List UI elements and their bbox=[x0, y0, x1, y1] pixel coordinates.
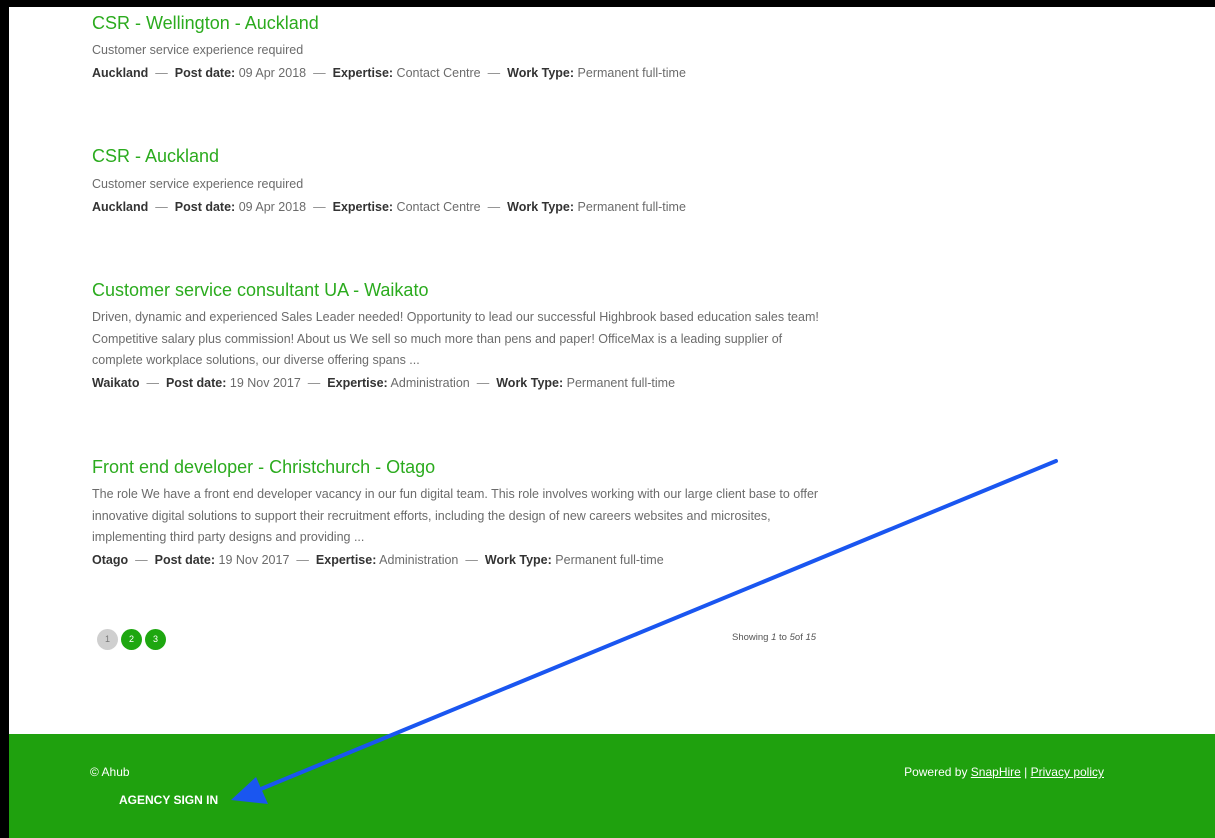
separator-dash: — bbox=[146, 375, 159, 390]
separator-dash: — bbox=[476, 375, 490, 390]
work-type-value: Permanent full-time bbox=[577, 65, 686, 80]
job-title-link[interactable]: CSR - Wellington - Auckland bbox=[92, 12, 832, 34]
work-type-label: Work Type: bbox=[496, 375, 564, 390]
expertise-value: Administration bbox=[379, 552, 459, 567]
privacy-policy-link[interactable]: Privacy policy bbox=[1031, 765, 1104, 779]
job-location: Auckland bbox=[92, 199, 149, 214]
copyright-text: © Ahub bbox=[90, 765, 130, 779]
separator-dash: — bbox=[155, 65, 168, 80]
job-listing: Front end developer - Christchurch - Ota… bbox=[92, 456, 832, 569]
expertise-value: Contact Centre bbox=[396, 65, 481, 80]
footer-separator: | bbox=[1024, 765, 1028, 779]
showing-of-label: of bbox=[794, 632, 803, 643]
separator-dash: — bbox=[487, 199, 501, 214]
pagination: 1 2 3 bbox=[97, 629, 166, 650]
job-meta: Auckland — Post date: 09 Apr 2018 — Expertis… bbox=[92, 64, 832, 82]
expertise-label: Expertise: bbox=[315, 552, 377, 567]
job-title-link[interactable]: CSR - Auckland bbox=[92, 145, 832, 167]
post-date-label: Post date: bbox=[165, 375, 227, 390]
job-listing: Customer service consultant UA - Waikato… bbox=[92, 279, 832, 392]
expertise-value: Contact Centre bbox=[396, 199, 481, 214]
separator-dash: — bbox=[465, 552, 478, 567]
job-listing: CSR - Auckland Customer service experien… bbox=[92, 145, 832, 216]
post-date-value: 09 Apr 2018 bbox=[238, 65, 307, 80]
showing-prefix: Showing bbox=[732, 632, 769, 643]
separator-dash: — bbox=[487, 65, 501, 80]
post-date-value: 19 Nov 2017 bbox=[229, 375, 301, 390]
work-type-value: Permanent full-time bbox=[577, 199, 686, 214]
footer-links: Powered by SnapHire | Privacy policy bbox=[904, 765, 1104, 779]
job-meta: Waikato — Post date: 19 Nov 2017 — Expertise… bbox=[92, 374, 832, 392]
separator-dash: — bbox=[155, 199, 168, 214]
agency-sign-in-link[interactable]: AGENCY SIGN IN bbox=[119, 793, 218, 807]
page-frame: CSR - Wellington - Auckland Customer ser… bbox=[9, 7, 1215, 838]
job-description: Customer service experience required bbox=[92, 177, 304, 191]
separator-dash: — bbox=[307, 375, 321, 390]
job-location: Otago bbox=[92, 552, 129, 567]
separator-dash: — bbox=[313, 199, 326, 214]
page-1-button[interactable]: 1 bbox=[97, 629, 118, 650]
job-location: Auckland bbox=[92, 65, 149, 80]
work-type-value: Permanent full-time bbox=[566, 375, 676, 390]
work-type-value: Permanent full-time bbox=[555, 552, 664, 567]
annotation-arrow-icon bbox=[231, 459, 1058, 804]
job-title-link[interactable]: Front end developer - Christchurch - Ota… bbox=[92, 456, 832, 478]
page-3-button[interactable]: 3 bbox=[145, 629, 166, 650]
expertise-label: Expertise: bbox=[327, 375, 388, 390]
job-description: Driven, dynamic and experienced Sales Le… bbox=[92, 310, 819, 367]
job-meta: Otago — Post date: 19 Nov 2017— Expertise: … bbox=[92, 551, 832, 569]
showing-from: 1 bbox=[771, 632, 777, 643]
expertise-label: Expertise: bbox=[332, 65, 394, 80]
results-count: Showing 1 to 5of 15 bbox=[732, 632, 816, 643]
post-date-label: Post date: bbox=[174, 65, 236, 80]
separator-dash: — bbox=[313, 65, 326, 80]
showing-to-label: to bbox=[779, 632, 787, 643]
job-title-link[interactable]: Customer service consultant UA - Waikato bbox=[92, 279, 832, 301]
snaphire-link[interactable]: SnapHire bbox=[971, 765, 1021, 779]
page-2-button[interactable]: 2 bbox=[121, 629, 142, 650]
post-date-value: 19 Nov 2017 bbox=[218, 552, 290, 567]
work-type-label: Work Type: bbox=[507, 65, 575, 80]
job-meta: Auckland — Post date: 09 Apr 2018 — Expertis… bbox=[92, 198, 832, 216]
post-date-label: Post date: bbox=[154, 552, 216, 567]
separator-dash: — bbox=[135, 552, 148, 567]
expertise-value: Administration bbox=[390, 375, 470, 390]
expertise-label: Expertise: bbox=[332, 199, 394, 214]
post-date-value: 09 Apr 2018 bbox=[238, 199, 307, 214]
work-type-label: Work Type: bbox=[507, 199, 575, 214]
work-type-label: Work Type: bbox=[484, 552, 552, 567]
job-description: Customer service experience required bbox=[92, 43, 304, 57]
footer: © Ahub AGENCY SIGN IN Powered by SnapHir… bbox=[9, 734, 1215, 838]
post-date-label: Post date: bbox=[174, 199, 236, 214]
job-description: The role We have a front end developer v… bbox=[92, 487, 819, 544]
job-listing: CSR - Wellington - Auckland Customer ser… bbox=[92, 12, 832, 82]
job-location: Waikato bbox=[92, 375, 140, 390]
powered-by-text: Powered by bbox=[904, 765, 968, 779]
separator-dash: — bbox=[296, 552, 309, 567]
showing-total: 15 bbox=[805, 632, 817, 643]
